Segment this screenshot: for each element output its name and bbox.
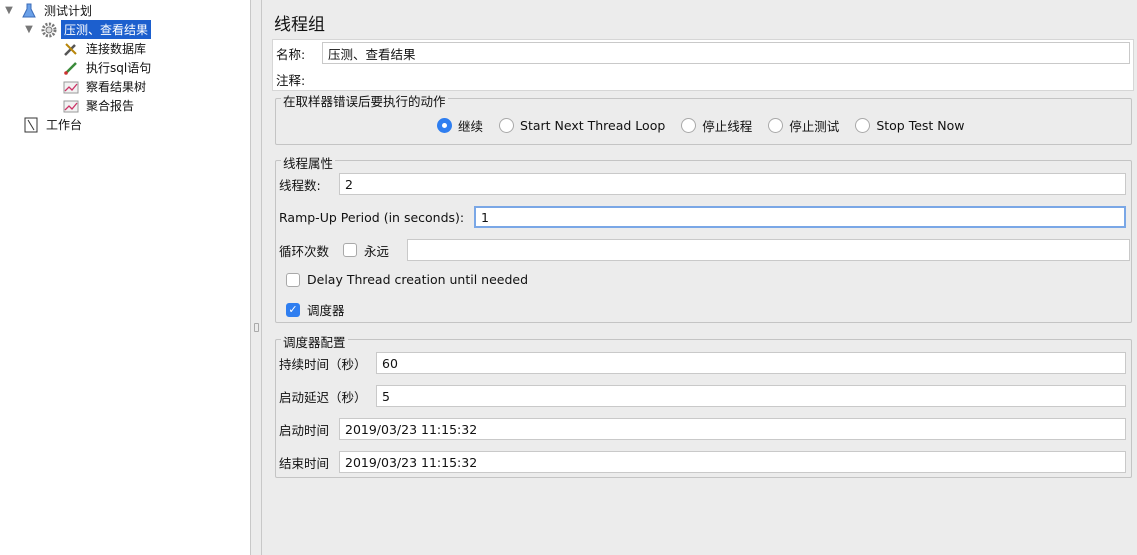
startup-delay-row: 启动延迟（秒） 5 <box>279 385 1126 407</box>
tree-item-label: 压测、查看结果 <box>61 20 152 39</box>
name-input[interactable]: 压测、查看结果 <box>322 42 1130 64</box>
graph-icon <box>62 78 80 96</box>
radio-label: 停止测试 <box>789 119 840 134</box>
tree-item-workbench[interactable]: 工作台 <box>22 115 85 134</box>
start-time-row: 启动时间 2019/03/23 11:15:32 <box>279 418 1126 440</box>
page-title: 线程组 <box>274 15 325 35</box>
threads-input[interactable]: 2 <box>339 173 1126 195</box>
scheduler-toggle-row: ✓ 调度器 <box>286 300 345 319</box>
flask-icon <box>20 2 38 20</box>
delay-thread-label: Delay Thread creation until needed <box>307 272 529 287</box>
radio-dot[interactable] <box>768 118 784 133</box>
radio-label: 停止线程 <box>702 119 753 134</box>
tree-item-label: 执行sql语句 <box>86 61 152 75</box>
comment-input[interactable] <box>314 70 1130 88</box>
comment-label: 注释: <box>276 72 306 88</box>
rampup-input[interactable]: 1 <box>474 206 1126 228</box>
notebook-icon <box>22 116 40 134</box>
scheduler-config-legend: 调度器配置 <box>281 332 348 351</box>
delay-thread-row: Delay Thread creation until needed <box>286 272 528 287</box>
comment-row: 注释: <box>276 70 1130 88</box>
tree-item-test-plan[interactable]: ▼ 测试计划 <box>4 1 95 20</box>
on-error-group: 在取样器错误后要执行的动作 继续 Start Next Thread Loop … <box>275 91 1132 145</box>
tree-item-jdbc-connection[interactable]: 连接数据库 <box>62 39 149 58</box>
divider-grip-icon[interactable] <box>254 323 259 332</box>
duration-label: 持续时间（秒） <box>279 356 367 372</box>
tree-item-results-tree[interactable]: 察看结果树 <box>62 77 149 96</box>
test-plan-tree: ▼ 测试计划 ▼ 压测、查看结果 连接数据库 执行sql语句 察看结果树 聚合报… <box>0 0 250 555</box>
wrench-icon <box>62 40 80 58</box>
tree-item-label: 聚合报告 <box>86 99 135 113</box>
rampup-row: Ramp-Up Period (in seconds): 1 <box>279 206 1126 228</box>
jmeter-window: ▼ 测试计划 ▼ 压测、查看结果 连接数据库 执行sql语句 察看结果树 聚合报… <box>0 0 1137 555</box>
tree-item-label: 察看结果树 <box>86 80 147 94</box>
tree-item-jdbc-request[interactable]: 执行sql语句 <box>62 58 154 77</box>
tree-item-aggregate-report[interactable]: 聚合报告 <box>62 96 137 115</box>
loop-row: 循环次数 永远 <box>279 239 1130 261</box>
pipette-icon <box>62 59 80 77</box>
tree-item-label: 连接数据库 <box>86 42 147 56</box>
radio-stop-test-now[interactable]: Stop Test Now <box>855 118 965 133</box>
delay-thread-checkbox[interactable] <box>286 272 300 287</box>
tree-item-label: 测试计划 <box>44 4 93 18</box>
scheduler-checkbox[interactable]: ✓ <box>286 302 300 317</box>
loop-label: 循环次数 <box>279 243 330 259</box>
threads-label: 线程数: <box>279 177 321 193</box>
radio-dot[interactable] <box>437 118 452 133</box>
expand-arrow-icon[interactable]: ▼ <box>24 24 34 35</box>
forever-label: 永远 <box>364 243 390 259</box>
rampup-label: Ramp-Up Period (in seconds): <box>279 209 465 225</box>
name-label: 名称: <box>276 46 306 62</box>
tree-item-label: 工作台 <box>46 118 83 132</box>
scheduler-label: 调度器 <box>307 303 345 318</box>
radio-dot[interactable] <box>681 118 697 133</box>
startup-delay-input[interactable]: 5 <box>376 385 1126 407</box>
radio-label: 继续 <box>458 119 484 134</box>
loop-count-input[interactable] <box>407 239 1130 261</box>
split-pane-divider[interactable] <box>250 0 262 555</box>
on-error-options: 继续 Start Next Thread Loop 停止线程 停止测试 Stop… <box>437 116 981 135</box>
radio-start-next-loop[interactable]: Start Next Thread Loop <box>499 118 665 133</box>
threads-row: 线程数: 2 <box>279 173 1126 195</box>
radio-label: Start Next Thread Loop <box>520 118 666 133</box>
start-time-input[interactable]: 2019/03/23 11:15:32 <box>339 418 1126 440</box>
expand-arrow-icon[interactable]: ▼ <box>4 5 14 16</box>
forever-checkbox[interactable] <box>343 243 357 257</box>
graph-icon <box>62 97 80 115</box>
tree-item-thread-group[interactable]: ▼ 压测、查看结果 <box>24 20 152 39</box>
thread-properties-legend: 线程属性 <box>281 153 336 172</box>
end-time-input[interactable]: 2019/03/23 11:15:32 <box>339 451 1126 473</box>
radio-dot[interactable] <box>855 118 871 133</box>
radio-stop-thread[interactable]: 停止线程 <box>681 116 752 135</box>
start-time-label: 启动时间 <box>279 422 330 438</box>
duration-input[interactable]: 60 <box>376 352 1126 374</box>
on-error-legend: 在取样器错误后要执行的动作 <box>281 91 448 110</box>
radio-continue[interactable]: 继续 <box>437 116 483 135</box>
name-row: 名称: 压测、查看结果 <box>276 42 1130 64</box>
radio-dot[interactable] <box>499 118 515 133</box>
radio-label: Stop Test Now <box>876 118 965 133</box>
end-time-row: 结束时间 2019/03/23 11:15:32 <box>279 451 1126 473</box>
thread-group-panel: 线程组 名称: 压测、查看结果 注释: 在取样器错误后要执行的动作 继续 Sta… <box>262 0 1137 555</box>
end-time-label: 结束时间 <box>279 455 330 471</box>
gear-icon <box>40 21 58 39</box>
radio-stop-test[interactable]: 停止测试 <box>768 116 839 135</box>
duration-row: 持续时间（秒） 60 <box>279 352 1126 374</box>
startup-delay-label: 启动延迟（秒） <box>279 389 367 405</box>
